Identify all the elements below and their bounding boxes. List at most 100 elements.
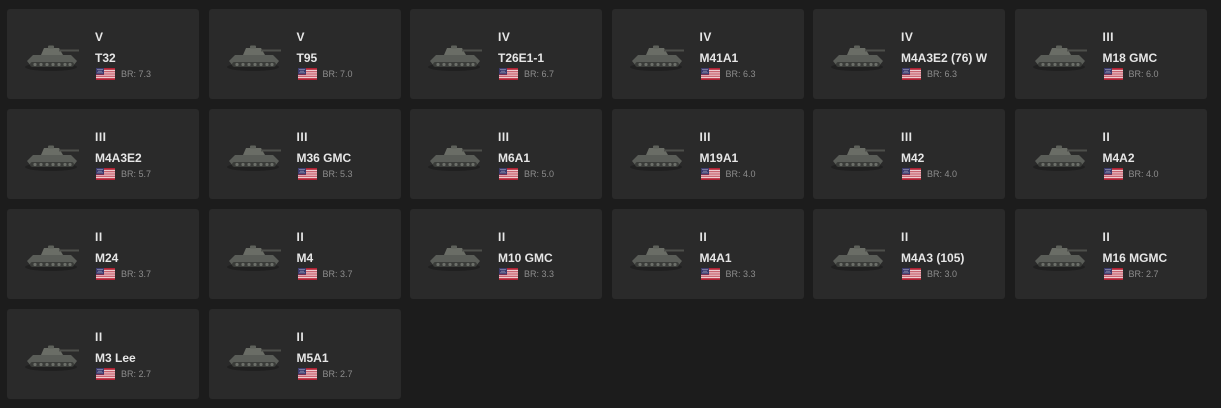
- vehicle-name: M3 Lee: [95, 351, 136, 365]
- vehicle-meta: BR: 2.7: [297, 368, 353, 380]
- vehicle-meta: BR: 3.7: [297, 268, 353, 280]
- vehicle-br: BR: 3.7: [121, 269, 152, 279]
- vehicle-tier: V: [95, 30, 104, 44]
- vehicle-card[interactable]: IV T26E1-1 BR: 6.7: [410, 9, 602, 99]
- vehicle-tier: II: [296, 230, 305, 244]
- us-flag-icon: [700, 168, 720, 180]
- vehicle-card[interactable]: III M4A3E2 BR: 5.7: [7, 109, 199, 199]
- tank-icon: [422, 133, 486, 175]
- vehicle-br: BR: 4.0: [725, 169, 756, 179]
- vehicle-card[interactable]: III M36 GMC BR: 5.3: [208, 109, 401, 199]
- vehicle-br: BR: 3.3: [524, 269, 555, 279]
- us-flag-icon: [499, 268, 518, 280]
- tank-icon: [19, 233, 83, 275]
- vehicle-card[interactable]: IV M41A1 BR: 6.3: [611, 9, 804, 99]
- vehicle-br: BR: 2.7: [121, 369, 152, 379]
- us-flag-icon: [700, 68, 720, 80]
- vehicle-name: M4A3E2 (76) W: [901, 51, 988, 65]
- vehicle-card[interactable]: II M4A1 BR: 3.3: [611, 209, 804, 299]
- vehicle-name: M41A1: [699, 51, 739, 65]
- tank-icon: [221, 33, 285, 75]
- vehicle-br: BR: 6.0: [1128, 69, 1159, 79]
- vehicle-tier: II: [95, 230, 103, 244]
- vehicle-meta: BR: 4.0: [1103, 168, 1159, 180]
- vehicle-tier: II: [699, 230, 708, 244]
- vehicle-card[interactable]: II M10 GMC BR: 3.3: [410, 209, 602, 299]
- us-flag-icon: [499, 68, 518, 80]
- vehicle-meta: BR: 5.0: [499, 168, 554, 180]
- vehicle-meta: BR: 4.0: [902, 168, 957, 180]
- vehicle-card[interactable]: II M24 BR: 3.7: [7, 209, 199, 299]
- vehicle-card[interactable]: II M4A3 (105) BR: 3.0: [813, 209, 1005, 299]
- vehicle-name: M4A2: [1102, 151, 1135, 165]
- vehicle-name: M36 GMC: [296, 151, 352, 165]
- us-flag-icon: [700, 268, 720, 280]
- tank-icon: [825, 33, 889, 75]
- tank-icon: [825, 133, 889, 175]
- vehicle-tier: II: [1102, 230, 1111, 244]
- vehicle-meta: BR: 5.7: [96, 168, 151, 180]
- vehicle-tier: III: [296, 130, 309, 144]
- vehicle-grid: V T32 BR: 7.3 V T95 BR: 7.0 IV T26E1-1 B…: [0, 0, 1221, 399]
- us-flag-icon: [96, 168, 115, 180]
- vehicle-name: M18 GMC: [1102, 51, 1158, 65]
- vehicle-meta: BR: 4.0: [700, 168, 756, 180]
- us-flag-icon: [902, 268, 921, 280]
- vehicle-meta: BR: 3.0: [902, 268, 957, 280]
- vehicle-name: M6A1: [498, 151, 531, 165]
- vehicle-card[interactable]: III M19A1 BR: 4.0: [611, 109, 804, 199]
- tank-icon: [19, 133, 83, 175]
- vehicle-card[interactable]: III M42 BR: 4.0: [813, 109, 1005, 199]
- vehicle-name: T26E1-1: [498, 51, 545, 65]
- vehicle-name: M42: [901, 151, 925, 165]
- vehicle-card[interactable]: II M4A2 BR: 4.0: [1014, 109, 1207, 199]
- us-flag-icon: [902, 68, 921, 80]
- vehicle-card[interactable]: II M4 BR: 3.7: [208, 209, 401, 299]
- tank-icon: [825, 233, 889, 275]
- vehicle-br: BR: 2.7: [1128, 269, 1159, 279]
- tank-icon: [422, 233, 486, 275]
- tank-icon: [221, 133, 285, 175]
- vehicle-tier: V: [296, 30, 306, 44]
- vehicle-tier: III: [498, 130, 510, 144]
- vehicle-br: BR: 5.7: [121, 169, 152, 179]
- vehicle-meta: BR: 5.3: [297, 168, 353, 180]
- tank-icon: [1027, 233, 1091, 275]
- vehicle-tier: IV: [901, 30, 914, 44]
- vehicle-card[interactable]: II M16 MGMC BR: 2.7: [1014, 209, 1207, 299]
- vehicle-name: M10 GMC: [498, 251, 553, 265]
- tank-icon: [422, 33, 486, 75]
- us-flag-icon: [96, 268, 115, 280]
- vehicle-meta: BR: 7.3: [96, 68, 151, 80]
- vehicle-tier: II: [901, 230, 909, 244]
- us-flag-icon: [499, 168, 518, 180]
- vehicle-card[interactable]: V T95 BR: 7.0: [208, 9, 401, 99]
- vehicle-card[interactable]: III M18 GMC BR: 6.0: [1014, 9, 1207, 99]
- vehicle-card[interactable]: II M5A1 BR: 2.7: [208, 309, 401, 399]
- vehicle-meta: BR: 3.3: [700, 268, 756, 280]
- vehicle-name: M4: [296, 251, 314, 265]
- vehicle-br: BR: 6.7: [524, 69, 555, 79]
- vehicle-name: M4A3E2: [95, 151, 142, 165]
- vehicle-br: BR: 5.3: [322, 169, 353, 179]
- vehicle-meta: BR: 3.3: [499, 268, 554, 280]
- vehicle-card[interactable]: V T32 BR: 7.3: [7, 9, 199, 99]
- tank-icon: [1027, 33, 1091, 75]
- vehicle-br: BR: 7.0: [322, 69, 353, 79]
- tank-icon: [624, 233, 688, 275]
- us-flag-icon: [297, 68, 317, 80]
- vehicle-card[interactable]: III M6A1 BR: 5.0: [410, 109, 602, 199]
- vehicle-br: BR: 5.0: [524, 169, 555, 179]
- vehicle-br: BR: 3.3: [725, 269, 756, 279]
- vehicle-card[interactable]: II M3 Lee BR: 2.7: [7, 309, 199, 399]
- vehicle-tier: III: [95, 130, 107, 144]
- vehicle-card[interactable]: IV M4A3E2 (76) W BR: 6.3: [813, 9, 1005, 99]
- tank-icon: [19, 333, 83, 375]
- vehicle-tier: III: [901, 130, 913, 144]
- vehicle-tier: III: [699, 130, 712, 144]
- vehicle-tier: IV: [498, 30, 511, 44]
- vehicle-name: M19A1: [699, 151, 739, 165]
- vehicle-br: BR: 6.3: [725, 69, 756, 79]
- vehicle-tier: II: [1102, 130, 1111, 144]
- vehicle-meta: BR: 2.7: [96, 368, 151, 380]
